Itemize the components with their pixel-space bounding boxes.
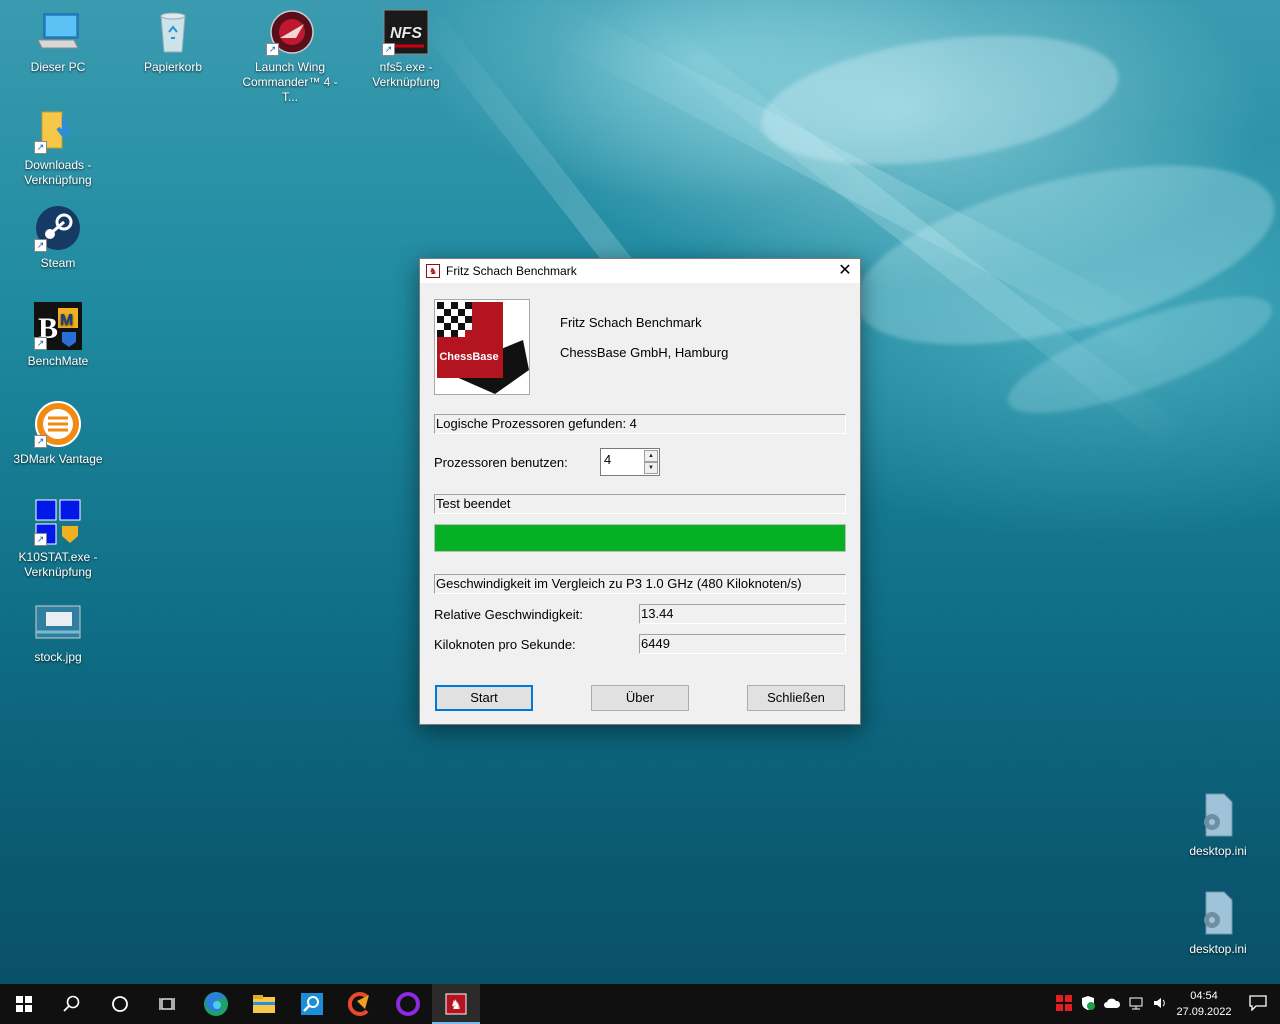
image-file-icon <box>34 598 82 646</box>
desktop-icon-label: K10STAT.exe - Verknüpfung <box>18 550 98 579</box>
ccleaner-icon[interactable] <box>336 984 384 1024</box>
volume-icon[interactable] <box>1148 995 1172 1014</box>
settings-file-icon <box>1194 792 1242 840</box>
stepper-down-icon[interactable]: ▼ <box>644 462 658 474</box>
network-icon[interactable] <box>1124 995 1148 1014</box>
steam-icon: ↗ <box>34 204 82 252</box>
red-grid-app-icon[interactable] <box>1052 994 1076 1014</box>
relative-speed-label: Relative Geschwindigkeit: <box>434 607 583 622</box>
svg-text:M: M <box>60 312 73 329</box>
taskbar-clock[interactable]: 04:54 27.09.2022 <box>1172 988 1236 1020</box>
nfs-icon: NFS ↗ <box>382 8 430 56</box>
shortcut-arrow-icon: ↗ <box>382 43 395 56</box>
edge-icon[interactable] <box>192 984 240 1024</box>
notification-center-icon[interactable] <box>1236 994 1280 1014</box>
logo-text: ChessBase <box>439 351 498 363</box>
benchmate-icon: BM ↗ <box>34 302 82 350</box>
progress-fill <box>435 525 845 551</box>
wing-commander-icon: ↗ <box>266 8 314 56</box>
kiloknots-value: 6449 <box>639 634 846 654</box>
fritz-benchmark-icon[interactable]: ♞ <box>432 984 480 1024</box>
task-view-icon[interactable] <box>144 984 192 1024</box>
desktop-icon-wing-commander[interactable]: ↗ Launch Wing Commander™ 4 - T... <box>235 8 345 105</box>
fritz-app-icon: ♞ <box>426 264 440 278</box>
desktop-icon-label: nfs5.exe - Verknüpfung <box>372 60 440 89</box>
desktop-icon-label: Dieser PC <box>30 60 86 74</box>
desktop-icon-label: Steam <box>40 256 76 270</box>
shortcut-arrow-icon: ↗ <box>34 337 47 350</box>
desktop-icon-steam[interactable]: ↗ Steam <box>3 204 113 271</box>
purple-ring-app-icon[interactable] <box>384 984 432 1024</box>
desktop-icon-recycle-bin[interactable]: Papierkorb <box>118 8 228 75</box>
system-tray: 04:54 27.09.2022 <box>1052 984 1280 1024</box>
onedrive-cloud-icon[interactable] <box>1100 997 1124 1012</box>
computer-icon <box>34 8 82 56</box>
processors-found-text: Logische Prozessoren gefunden: 4 <box>434 414 846 434</box>
kiloknots-label: Kiloknoten pro Sekunde: <box>434 637 576 652</box>
desktop-icon-label: BenchMate <box>27 354 89 368</box>
close-button[interactable]: Schließen <box>747 685 845 711</box>
desktop-icon-nfs[interactable]: NFS ↗ nfs5.exe - Verknüpfung <box>351 8 461 90</box>
processor-count-value[interactable]: 4 <box>604 452 611 467</box>
recycle-bin-icon <box>149 8 197 56</box>
about-button[interactable]: Über <box>591 685 689 711</box>
clock-time: 04:54 <box>1190 990 1218 1002</box>
k10stat-icon: ↗ <box>34 498 82 546</box>
magnifier-app-icon[interactable] <box>288 984 336 1024</box>
status-text: Test beendet <box>434 494 846 514</box>
fritz-benchmark-dialog: ♞ Fritz Schach Benchmark ✕ ChessBase Fri… <box>419 258 861 725</box>
downloads-folder-icon: ↗ <box>34 106 82 154</box>
desktop-icon-this-pc[interactable]: Dieser PC <box>3 8 113 75</box>
clock-date: 27.09.2022 <box>1176 1006 1232 1018</box>
desktop-icon-label: desktop.ini <box>1189 942 1247 956</box>
taskbar: ♞ 04:54 27.09.2022 <box>0 984 1280 1024</box>
desktop-icon-k10stat[interactable]: ↗ K10STAT.exe - Verknüpfung <box>3 498 113 580</box>
defender-shield-icon[interactable] <box>1076 995 1100 1014</box>
shortcut-arrow-icon: ↗ <box>34 435 47 448</box>
desktop-icon-label: stock.jpg <box>34 650 82 664</box>
app-name: Fritz Schach Benchmark <box>560 315 702 330</box>
desktop-icon-desktop-ini-2[interactable]: desktop.ini <box>1163 890 1273 957</box>
use-processors-label: Prozessoren benutzen: <box>434 455 568 470</box>
desktop-icon-downloads[interactable]: ↗ Downloads - Verknüpfung <box>3 106 113 188</box>
desktop-icon-label: Papierkorb <box>143 60 203 74</box>
3dmark-icon: ↗ <box>34 400 82 448</box>
desktop-icon-label: 3DMark Vantage <box>13 452 103 466</box>
svg-text:♞: ♞ <box>450 998 462 1013</box>
svg-text:NFS: NFS <box>390 25 422 42</box>
company-name: ChessBase GmbH, Hamburg <box>560 345 729 360</box>
desktop-icon-benchmate[interactable]: BM ↗ BenchMate <box>3 302 113 369</box>
desktop-icon-label: Launch Wing Commander™ 4 - T... <box>242 60 338 104</box>
processor-count-stepper[interactable]: 4 ▲ ▼ <box>600 448 660 476</box>
dialog-titlebar[interactable]: ♞ Fritz Schach Benchmark ✕ <box>420 259 860 283</box>
chessbase-logo: ChessBase <box>434 299 530 395</box>
comparison-text: Geschwindigkeit im Vergleich zu P3 1.0 G… <box>434 574 846 594</box>
start-button[interactable]: Start <box>435 685 533 711</box>
shortcut-arrow-icon: ↗ <box>34 239 47 252</box>
shortcut-arrow-icon: ↗ <box>266 43 279 56</box>
cortana-icon[interactable] <box>96 984 144 1024</box>
relative-speed-value: 13.44 <box>639 604 846 624</box>
settings-file-icon <box>1194 890 1242 938</box>
search-icon[interactable] <box>48 984 96 1024</box>
desktop-icon-label: desktop.ini <box>1189 844 1247 858</box>
desktop-icon-desktop-ini-1[interactable]: desktop.ini <box>1163 792 1273 859</box>
close-icon[interactable]: ✕ <box>830 259 860 283</box>
desktop-icon-label: Downloads - Verknüpfung <box>24 158 92 187</box>
windows-start-icon[interactable] <box>0 984 48 1024</box>
shortcut-arrow-icon: ↗ <box>34 533 47 546</box>
desktop-icon-3dmark[interactable]: ↗ 3DMark Vantage <box>3 400 113 467</box>
stepper-up-icon[interactable]: ▲ <box>644 450 658 462</box>
dialog-title: Fritz Schach Benchmark <box>446 264 577 278</box>
desktop-icon-stock-jpg[interactable]: stock.jpg <box>3 598 113 665</box>
shortcut-arrow-icon: ↗ <box>34 141 47 154</box>
progress-bar <box>434 524 846 552</box>
file-explorer-icon[interactable] <box>240 984 288 1024</box>
